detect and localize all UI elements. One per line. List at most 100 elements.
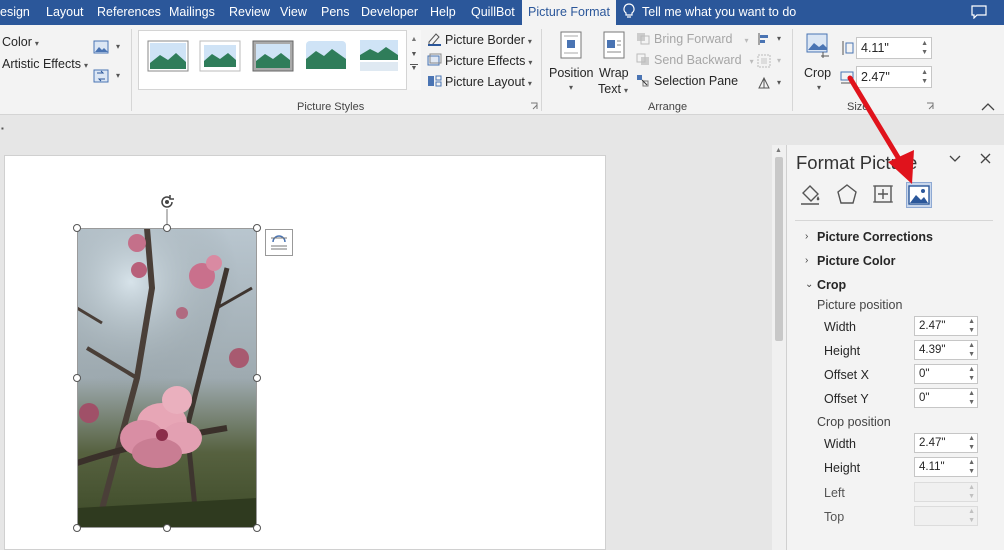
pane-options-chevron-icon[interactable]: [948, 154, 962, 164]
picture-border-icon: [428, 33, 441, 46]
resize-handle-w[interactable]: [73, 374, 81, 382]
crop-icon[interactable]: [805, 32, 831, 60]
group-objects-icon[interactable]: [757, 54, 771, 68]
arrange-group-label: Arrange: [648, 101, 688, 113]
group-separator: [131, 29, 132, 111]
chevron-right-icon[interactable]: ›: [805, 255, 808, 266]
crop-width-spinner[interactable]: 2.47" ▲ ▼: [914, 433, 978, 453]
resize-handle-se[interactable]: [253, 524, 261, 532]
compress-chevron-icon[interactable]: ▾: [116, 42, 120, 51]
bring-forward-label: Bring Forward: [654, 32, 733, 46]
tab-design[interactable]: esign: [0, 0, 30, 25]
tab-help[interactable]: Help: [430, 0, 456, 25]
position-chevron-icon[interactable]: ▾: [569, 83, 573, 92]
offset-x-spinner[interactable]: 0" ▲ ▼: [914, 364, 978, 384]
bring-forward-button[interactable]: Bring Forward ▾: [636, 32, 749, 46]
picture-border-button[interactable]: Picture Border ▾: [427, 32, 532, 47]
offset-y-spinner[interactable]: 0" ▲ ▼: [914, 388, 978, 408]
group-chevron-icon[interactable]: ▾: [777, 56, 781, 65]
change-picture-chevron-icon[interactable]: ▾: [116, 71, 120, 80]
style-thumb-4[interactable]: [305, 39, 347, 73]
gallery-more-icon[interactable]: ▼: [410, 64, 418, 72]
compress-pictures-icon[interactable]: [93, 40, 109, 54]
style-thumb-1[interactable]: [147, 39, 189, 73]
change-picture-icon[interactable]: [93, 69, 109, 83]
color-button[interactable]: Color ▾: [2, 35, 39, 49]
picture-effects-button[interactable]: Picture Effects ▾: [427, 53, 532, 68]
gallery-down-icon[interactable]: ▼: [407, 51, 421, 58]
size-launcher-icon[interactable]: [926, 102, 935, 111]
style-thumb-2[interactable]: [199, 39, 241, 73]
picture-height-spinner[interactable]: 4.39" ▲ ▼: [914, 340, 978, 360]
offset-x-label: Offset X: [824, 368, 869, 382]
style-thumb-5[interactable]: [358, 39, 400, 73]
shape-height-icon: [842, 41, 854, 55]
layout-options-icon[interactable]: [265, 229, 293, 256]
crop-height-spinner[interactable]: 4.11" ▲ ▼: [914, 457, 978, 477]
picture-layout-label: Picture Layout: [445, 75, 525, 89]
resize-handle-e[interactable]: [253, 374, 261, 382]
gallery-up-icon[interactable]: ▲: [407, 36, 421, 43]
tab-developer[interactable]: Developer: [361, 0, 418, 25]
crop-section[interactable]: Crop: [817, 278, 846, 292]
wrap-text-icon[interactable]: [603, 31, 625, 59]
tell-me-search[interactable]: Tell me what you want to do: [622, 0, 796, 25]
chevron-right-icon[interactable]: ›: [805, 231, 808, 242]
picture-styles-launcher-icon[interactable]: [530, 102, 539, 111]
selection-frame: [77, 228, 257, 528]
close-icon[interactable]: [980, 153, 991, 164]
resize-handle-n[interactable]: [163, 224, 171, 232]
send-backward-button[interactable]: Send Backward ▾: [636, 53, 754, 67]
ribbon-tab-bar: esign Layout References Mailings Review …: [0, 0, 1004, 25]
wrap-text-line2[interactable]: Text ▾: [598, 82, 628, 96]
comments-icon[interactable]: [971, 5, 987, 19]
tab-picture-format[interactable]: Picture Format: [522, 0, 616, 25]
picture-layout-icon: [428, 75, 442, 87]
tab-quillbot[interactable]: QuillBot: [471, 0, 515, 25]
picture-height-label: Height: [824, 344, 861, 358]
gallery-scroll[interactable]: ▲ ▼ ▼: [406, 30, 421, 90]
collapse-ribbon-icon[interactable]: [981, 102, 995, 111]
align-icon[interactable]: [757, 32, 771, 46]
scroll-up-icon[interactable]: ▲: [775, 147, 782, 154]
wrap-text-line1[interactable]: Wrap: [599, 66, 629, 80]
position-button[interactable]: Position: [549, 66, 593, 80]
resize-handle-s[interactable]: [163, 524, 171, 532]
picture-width-spinner[interactable]: 2.47" ▲ ▼: [914, 316, 978, 336]
fill-line-icon[interactable]: [799, 182, 825, 208]
shape-height-value: 4.11": [861, 41, 889, 55]
crop-left-spinner[interactable]: ▲ ▼: [914, 482, 978, 502]
crop-chevron-icon[interactable]: ▾: [817, 83, 821, 92]
tab-layout[interactable]: Layout: [46, 0, 84, 25]
picture-layout-button[interactable]: Picture Layout ▾: [427, 74, 532, 89]
chevron-down-icon[interactable]: ⌄: [805, 279, 813, 290]
resize-handle-nw[interactable]: [73, 224, 81, 232]
position-icon[interactable]: [560, 31, 582, 59]
resize-handle-sw[interactable]: [73, 524, 81, 532]
align-chevron-icon[interactable]: ▾: [777, 34, 781, 43]
group-separator: [541, 29, 542, 111]
crop-position-heading: Crop position: [817, 415, 891, 429]
picture-styles-gallery: [138, 30, 421, 90]
picture-corrections-section[interactable]: Picture Corrections: [817, 230, 933, 244]
crop-top-spinner[interactable]: ▲ ▼: [914, 506, 978, 526]
tab-view[interactable]: View: [280, 0, 307, 25]
rotate-chevron-icon[interactable]: ▾: [777, 78, 781, 87]
resize-handle-ne[interactable]: [253, 224, 261, 232]
style-thumb-3[interactable]: [252, 39, 294, 73]
pane-divider: [795, 220, 993, 221]
rotate-icon[interactable]: [757, 76, 771, 90]
tab-mailings[interactable]: Mailings: [169, 0, 215, 25]
crop-button[interactable]: Crop: [804, 66, 831, 80]
offset-x-value: 0": [919, 368, 930, 380]
selection-pane-button[interactable]: Selection Pane: [636, 74, 738, 88]
tab-references[interactable]: References: [97, 0, 161, 25]
picture-effects-icon: [427, 53, 442, 66]
artistic-effects-button[interactable]: Artistic Effects ▾: [2, 57, 88, 71]
crop-height-label: Height: [824, 461, 861, 475]
tab-pens[interactable]: Pens: [321, 0, 350, 25]
scroll-thumb[interactable]: [775, 157, 783, 341]
tab-review[interactable]: Review: [229, 0, 270, 25]
picture-color-section[interactable]: Picture Color: [817, 254, 896, 268]
shape-height-spinner[interactable]: 4.11" ▲ ▼: [856, 37, 932, 59]
